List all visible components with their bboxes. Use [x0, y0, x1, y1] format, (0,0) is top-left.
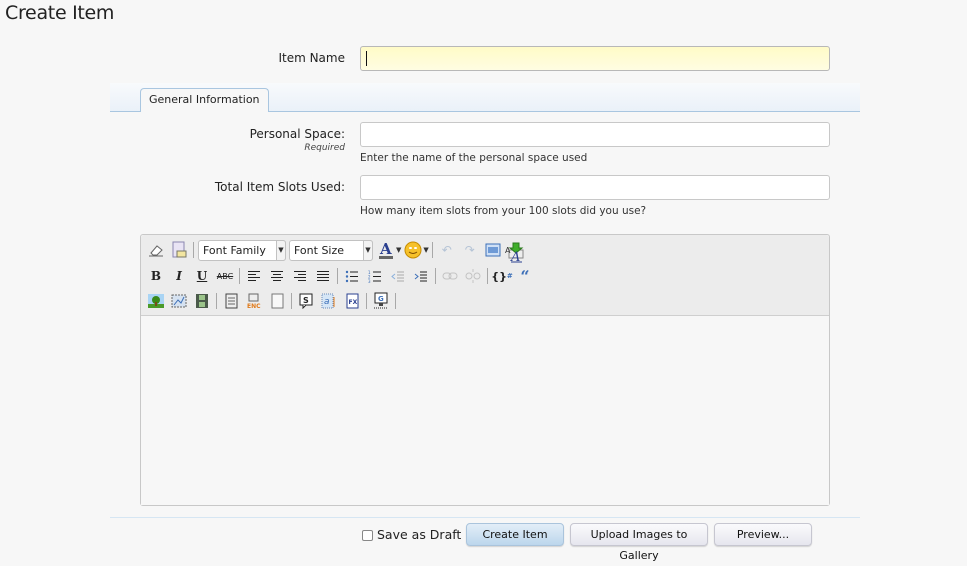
paste-text-icon[interactable] — [169, 240, 189, 260]
page-icon[interactable] — [221, 291, 241, 311]
toolbar-separator — [431, 242, 433, 258]
gallery-icon[interactable]: G — [371, 291, 391, 311]
item-name-input[interactable] — [360, 46, 830, 71]
undo-icon[interactable]: ↶ — [437, 240, 457, 260]
save-as-draft-checkbox[interactable] — [362, 530, 373, 541]
blank-page-icon[interactable] — [267, 291, 287, 311]
personal-space-label: Personal Space: — [249, 127, 345, 141]
quote-icon[interactable]: “ — [515, 266, 535, 286]
align-left-icon[interactable] — [244, 266, 264, 286]
link-icon[interactable] — [440, 266, 460, 286]
toolbar-separator — [216, 293, 217, 309]
font-family-select[interactable]: Font Family ▼ — [198, 239, 286, 261]
preview-button[interactable]: Preview... — [714, 523, 812, 546]
svg-text:3: 3 — [368, 279, 371, 283]
svg-text:ENC: ENC — [247, 303, 261, 309]
anchor-icon[interactable]: a — [319, 291, 339, 311]
bullet-list-icon[interactable] — [342, 266, 362, 286]
footer-divider — [110, 517, 860, 518]
numbered-list-icon[interactable]: 123 — [365, 266, 385, 286]
editor-toolbar: Font Family ▼ Font Size ▼ A ▼ ▼ ↶ ↷ AA B I… — [141, 235, 829, 316]
rich-text-editor: Font Family ▼ Font Size ▼ A ▼ ▼ ↶ ↷ AA B I… — [140, 234, 830, 506]
tab-strip: General Information — [110, 83, 860, 113]
italic-icon[interactable]: I — [169, 266, 189, 286]
chevron-down-icon[interactable]: ▼ — [396, 246, 401, 254]
unlink-icon[interactable] — [463, 266, 483, 286]
toolbar-separator — [366, 293, 367, 309]
page-title: Create Item — [5, 2, 115, 24]
item-name-label: Item Name — [278, 51, 345, 65]
underline-icon[interactable]: U — [192, 266, 212, 286]
font-family-value: Font Family — [203, 243, 266, 257]
save-as-draft-label[interactable]: Save as Draft — [377, 527, 461, 542]
toolbar-separator — [487, 268, 488, 284]
svg-text:A: A — [379, 241, 392, 258]
personal-space-hint: Enter the name of the personal space use… — [360, 152, 588, 164]
total-slots-input[interactable] — [360, 175, 830, 200]
toolbar-separator — [193, 242, 194, 258]
chevron-down-icon[interactable]: ▼ — [363, 239, 373, 261]
total-slots-hint: How many item slots from your 100 slots … — [360, 205, 647, 217]
svg-text:A: A — [510, 250, 520, 263]
upload-images-button[interactable]: Upload Images to Gallery — [570, 523, 708, 562]
tab-general-information[interactable]: General Information — [140, 88, 269, 113]
total-slots-label: Total Item Slots Used: — [214, 180, 345, 194]
insert-media-icon[interactable] — [169, 291, 189, 311]
code-icon[interactable]: {} # — [491, 266, 513, 286]
bold-icon[interactable]: B — [146, 266, 166, 286]
toolbar-separator — [435, 268, 436, 284]
chevron-down-icon[interactable]: ▼ — [276, 239, 286, 261]
fullscreen-icon[interactable] — [483, 240, 503, 260]
required-note: Required — [304, 143, 345, 153]
strikethrough-icon[interactable]: ABC — [215, 266, 235, 286]
insert-video-icon[interactable] — [192, 291, 212, 311]
svg-text:G: G — [378, 295, 384, 303]
insert-image-icon[interactable] — [146, 291, 166, 311]
toolbar-separator — [337, 268, 338, 284]
outdent-icon[interactable] — [388, 266, 408, 286]
svg-text:S: S — [303, 296, 309, 305]
toggle-editor-mode-icon[interactable]: AA — [505, 245, 523, 265]
redo-icon[interactable]: ↷ — [460, 240, 480, 260]
font-size-select[interactable]: Font Size ▼ — [289, 239, 373, 261]
smiley-icon[interactable] — [403, 240, 423, 260]
create-item-button[interactable]: Create Item — [466, 523, 564, 546]
toolbar-separator — [395, 293, 396, 309]
text-caret — [366, 51, 367, 66]
spoiler-icon[interactable]: S — [296, 291, 316, 311]
eraser-icon[interactable] — [146, 240, 166, 260]
text-color-icon[interactable]: A — [376, 240, 396, 260]
align-center-icon[interactable] — [267, 266, 287, 286]
encode-icon[interactable]: ENC — [244, 291, 264, 311]
align-right-icon[interactable] — [290, 266, 310, 286]
formula-icon[interactable]: FX — [342, 291, 362, 311]
toolbar-separator — [239, 268, 240, 284]
font-size-value: Font Size — [294, 243, 345, 257]
editor-content-area[interactable] — [141, 316, 829, 505]
svg-text:a: a — [324, 297, 330, 307]
toolbar-separator — [291, 293, 292, 309]
indent-icon[interactable] — [411, 266, 431, 286]
align-justify-icon[interactable] — [313, 266, 333, 286]
svg-text:FX: FX — [348, 299, 357, 306]
personal-space-input[interactable] — [360, 122, 830, 147]
chevron-down-icon[interactable]: ▼ — [423, 246, 428, 254]
